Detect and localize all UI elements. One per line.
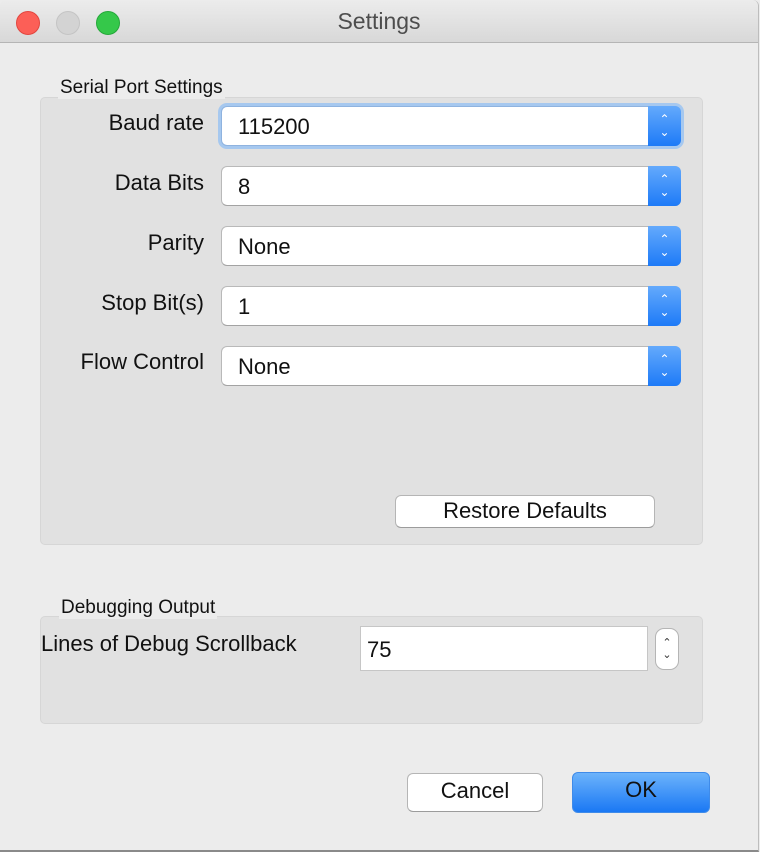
chevron-down-icon: ⌄ bbox=[659, 245, 670, 259]
window-title: Settings bbox=[337, 8, 421, 34]
chevron-down-icon: ⌄ bbox=[659, 305, 670, 319]
chevron-down-icon: ⌄ bbox=[659, 185, 670, 199]
data-bits-select[interactable]: 8 ⌃ ⌄ bbox=[221, 166, 681, 206]
parity-value: None bbox=[238, 234, 291, 259]
cancel-button[interactable]: Cancel bbox=[407, 773, 543, 812]
data-bits-value: 8 bbox=[238, 174, 251, 199]
parity-stepper[interactable]: ⌃ ⌄ bbox=[648, 226, 681, 266]
baud-rate-select[interactable]: 115200 ⌃ ⌄ bbox=[221, 106, 681, 146]
ok-button[interactable]: OK bbox=[572, 772, 710, 813]
parity-label: Parity bbox=[147, 230, 204, 255]
flow-control-select[interactable]: None ⌃ ⌄ bbox=[221, 346, 681, 386]
scrollback-value: 75 bbox=[367, 637, 392, 662]
debugging-group-title: Debugging Output bbox=[59, 597, 218, 619]
restore-defaults-button[interactable]: Restore Defaults bbox=[395, 495, 655, 528]
settings-window: Settings Serial Port Settings Baud rate … bbox=[0, 0, 759, 852]
stop-bits-value: 1 bbox=[238, 294, 251, 319]
flow-control-label: Flow Control bbox=[80, 349, 204, 374]
scrollback-input[interactable]: 75 bbox=[360, 626, 648, 671]
chevron-down-icon: ⌄ bbox=[662, 649, 672, 661]
baud-rate-label: Baud rate bbox=[108, 110, 204, 135]
chevron-up-icon: ⌃ bbox=[662, 637, 672, 649]
scrollback-stepper[interactable]: ⌃ ⌄ bbox=[655, 628, 679, 670]
baud-rate-stepper[interactable]: ⌃ ⌄ bbox=[648, 106, 681, 146]
scrollback-label: Lines of Debug Scrollback bbox=[41, 631, 297, 656]
serial-port-group-title: Serial Port Settings bbox=[58, 77, 225, 99]
flow-control-value: None bbox=[238, 354, 291, 379]
chevron-down-icon: ⌄ bbox=[659, 125, 670, 139]
baud-rate-value: 115200 bbox=[238, 114, 310, 139]
stop-bits-stepper[interactable]: ⌃ ⌄ bbox=[648, 286, 681, 326]
data-bits-stepper[interactable]: ⌃ ⌄ bbox=[648, 166, 681, 206]
title-bar[interactable]: Settings bbox=[0, 0, 758, 43]
flow-control-stepper[interactable]: ⌃ ⌄ bbox=[648, 346, 681, 386]
parity-select[interactable]: None ⌃ ⌄ bbox=[221, 226, 681, 266]
data-bits-label: Data Bits bbox=[114, 170, 204, 195]
chevron-down-icon: ⌄ bbox=[659, 365, 670, 379]
stop-bits-label: Stop Bit(s) bbox=[101, 290, 204, 315]
stop-bits-select[interactable]: 1 ⌃ ⌄ bbox=[221, 286, 681, 326]
